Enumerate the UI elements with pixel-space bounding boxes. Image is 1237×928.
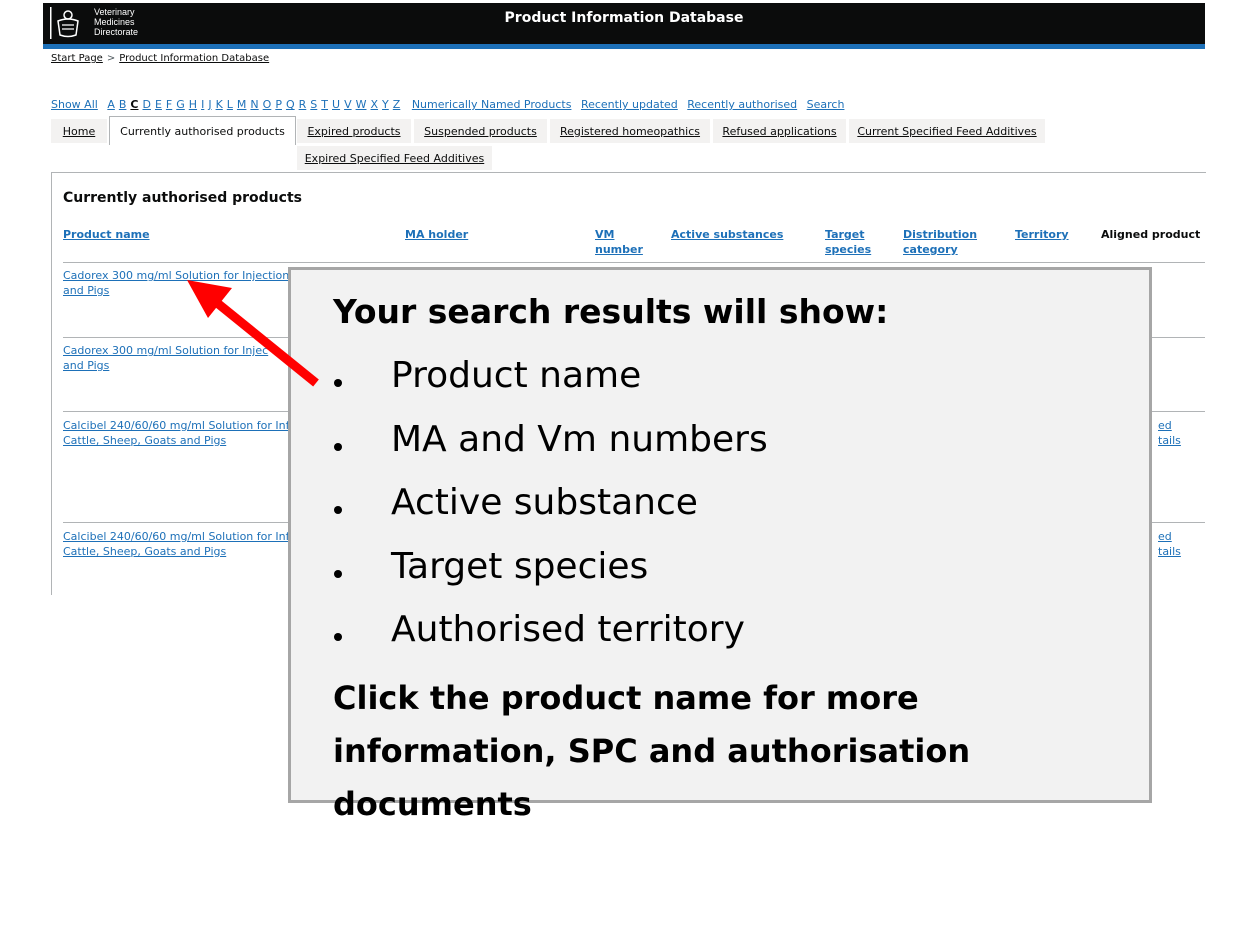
- tab-homeopathics[interactable]: Registered homeopathics: [550, 119, 710, 143]
- breadcrumb: Start Page > Product Information Database: [51, 53, 269, 64]
- tab-feed-expired-label: Expired Specified Feed Additives: [304, 151, 485, 165]
- letter-link-f[interactable]: F: [166, 98, 172, 111]
- letter-link-l[interactable]: L: [227, 98, 233, 111]
- show-all-link[interactable]: Show All: [51, 98, 98, 111]
- col-header-vm-number[interactable]: VM number: [595, 227, 643, 257]
- bullet-dot: [334, 570, 342, 578]
- letter-link-o[interactable]: O: [263, 98, 272, 111]
- letter-link-n[interactable]: N: [250, 98, 258, 111]
- letter-link-q[interactable]: Q: [286, 98, 295, 111]
- col-header-target-line1: Target: [825, 228, 865, 241]
- letter-link-b[interactable]: B: [119, 98, 127, 111]
- letter-link-d[interactable]: D: [142, 98, 150, 111]
- tab-refused-label: Refused applications: [722, 124, 837, 138]
- tab-refused[interactable]: Refused applications: [713, 119, 846, 143]
- letter-link-i[interactable]: I: [201, 98, 204, 111]
- bullet-dot: [334, 633, 342, 641]
- letter-link-j[interactable]: J: [208, 98, 211, 111]
- bullet-dot: [334, 443, 342, 451]
- letter-link-r[interactable]: R: [299, 98, 307, 111]
- letter-link-s[interactable]: S: [310, 98, 317, 111]
- tab-home[interactable]: Home: [51, 119, 107, 143]
- results-heading: Currently authorised products: [63, 190, 302, 206]
- letter-link-c[interactable]: C: [130, 98, 138, 111]
- recently-authorised-link[interactable]: Recently authorised: [687, 98, 797, 111]
- page-title: Product Information Database: [504, 10, 744, 26]
- letter-link-h[interactable]: H: [189, 98, 197, 111]
- letter-link-w[interactable]: W: [356, 98, 367, 111]
- tab-homeopathics-label: Registered homeopathics: [559, 124, 701, 138]
- numerically-named-link[interactable]: Numerically Named Products: [412, 98, 572, 111]
- letter-link-m[interactable]: M: [237, 98, 247, 111]
- search-link[interactable]: Search: [807, 98, 845, 111]
- col-header-distribution[interactable]: Distribution category: [903, 227, 977, 257]
- col-header-vm-line1: VM: [595, 228, 615, 241]
- col-header-target-species[interactable]: Target species: [825, 227, 871, 257]
- callout-footer: Click the product name for more informat…: [333, 679, 971, 823]
- letter-link-k[interactable]: K: [216, 98, 223, 111]
- tab-currently-authorised-label: Currently authorised products: [120, 124, 285, 138]
- tab-feed-expired[interactable]: Expired Specified Feed Additives: [297, 146, 492, 170]
- letter-link-a[interactable]: A: [107, 98, 115, 111]
- callout-heading: Your search results will show:: [333, 292, 889, 331]
- callout-bullet: MA and Vm numbers: [391, 419, 768, 460]
- col-header-product-name[interactable]: Product name: [63, 227, 150, 242]
- tab-suspended-label: Suspended products: [424, 124, 537, 138]
- aligned-product-link[interactable]: ed tails: [1158, 529, 1181, 559]
- letter-link-t[interactable]: T: [321, 98, 328, 111]
- alphabet-nav: Show All ABCDEFGHIJKLMNOPQRSTUVWXYZ Nume…: [51, 98, 844, 111]
- header-stripe: [43, 44, 1205, 49]
- col-header-dist-line1: Distribution: [903, 228, 978, 241]
- col-header-dist-line2: category: [903, 243, 958, 256]
- recently-updated-link[interactable]: Recently updated: [581, 98, 678, 111]
- breadcrumb-start-link[interactable]: Start Page: [51, 53, 103, 64]
- col-header-territory[interactable]: Territory: [1015, 227, 1069, 242]
- breadcrumb-current-link[interactable]: Product Information Database: [119, 53, 269, 64]
- letter-link-g[interactable]: G: [176, 98, 185, 111]
- bullet-dot: [334, 506, 342, 514]
- col-header-ma-holder[interactable]: MA holder: [405, 227, 468, 242]
- tab-suspended[interactable]: Suspended products: [414, 119, 547, 143]
- col-header-active-substances[interactable]: Active substances: [671, 227, 783, 242]
- tab-feed-current-label: Current Specified Feed Additives: [857, 124, 1037, 138]
- col-header-aligned-product: Aligned product: [1101, 228, 1201, 241]
- breadcrumb-separator: >: [106, 53, 116, 64]
- tab-expired-label: Expired products: [307, 124, 401, 138]
- letter-link-v[interactable]: V: [344, 98, 352, 111]
- col-header-target-line2: species: [825, 243, 872, 256]
- letter-link-z[interactable]: Z: [393, 98, 401, 111]
- tab-feed-current[interactable]: Current Specified Feed Additives: [849, 119, 1045, 143]
- letter-link-u[interactable]: U: [332, 98, 340, 111]
- callout-bullet: Authorised territory: [391, 609, 745, 650]
- letter-link-y[interactable]: Y: [382, 98, 389, 111]
- callout-bullet: Product name: [391, 355, 642, 396]
- col-header-vm-line2: number: [595, 243, 643, 256]
- tab-currently-authorised[interactable]: Currently authorised products: [109, 116, 296, 145]
- aligned-product-link[interactable]: ed tails: [1158, 418, 1181, 448]
- product-name-link[interactable]: Cadorex 300 mg/ml Solution for Injec and …: [63, 343, 268, 373]
- bullet-dot: [334, 379, 342, 387]
- product-name-link[interactable]: Cadorex 300 mg/ml Solution for Injection…: [63, 268, 297, 298]
- callout-bullet: Active substance: [391, 482, 698, 523]
- product-name-link[interactable]: Calcibel 240/60/60 mg/ml Solution for In…: [63, 529, 296, 559]
- site-header: Veterinary Medicines Directorate Product…: [43, 3, 1205, 44]
- letter-link-x[interactable]: X: [371, 98, 379, 111]
- letter-link-e[interactable]: E: [155, 98, 162, 111]
- tab-home-label: Home: [62, 124, 96, 138]
- callout-bullet: Target species: [391, 546, 649, 587]
- letter-links: ABCDEFGHIJKLMNOPQRSTUVWXYZ: [107, 98, 404, 111]
- tab-expired[interactable]: Expired products: [297, 119, 411, 143]
- product-name-link[interactable]: Calcibel 240/60/60 mg/ml Solution for In…: [63, 418, 296, 448]
- row-divider: [63, 262, 1205, 263]
- letter-link-p[interactable]: P: [275, 98, 282, 111]
